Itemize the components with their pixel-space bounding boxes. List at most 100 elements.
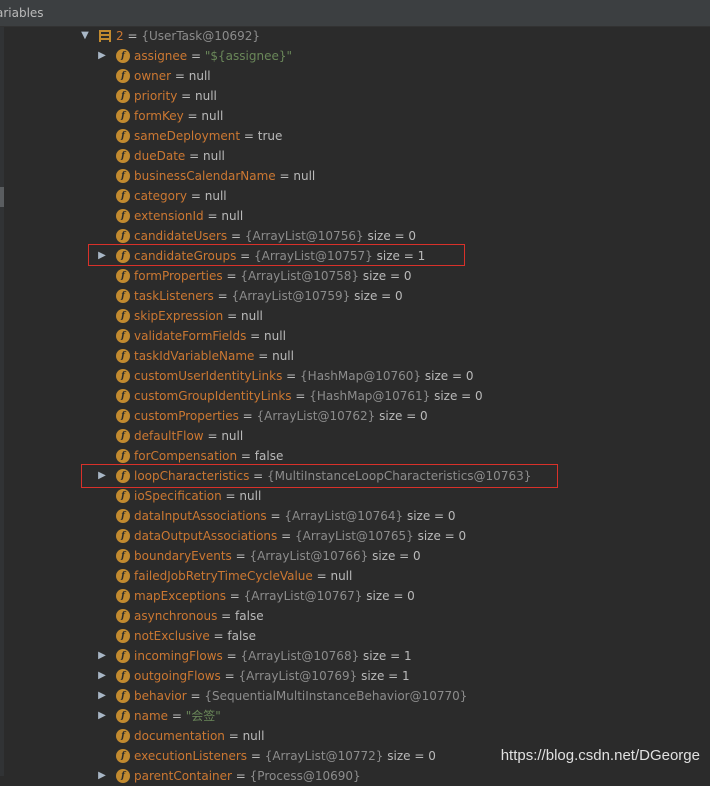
expand-arrow-icon[interactable]: ▶ (96, 46, 108, 66)
field-icon: f (116, 329, 130, 343)
expand-arrow-icon[interactable]: ▶ (96, 666, 108, 686)
expand-arrow-icon[interactable]: ▶ (96, 686, 108, 706)
tree-row-owner[interactable]: f owner = null (0, 66, 710, 86)
field-icon: f (116, 409, 130, 423)
collapse-arrow-icon[interactable]: ▼ (79, 26, 91, 46)
tree-row-assignee[interactable]: ▶ f assignee = "${assignee}" (0, 46, 710, 66)
tree-row-formProperties[interactable]: f formProperties = {ArrayList@10758} size… (0, 266, 710, 286)
tree-row-category[interactable]: f category = null (0, 186, 710, 206)
field-ref: {ArrayList@10759} (231, 289, 351, 303)
expand-arrow-icon[interactable]: ▶ (96, 706, 108, 726)
tree-row-documentation[interactable]: f documentation = null (0, 726, 710, 746)
field-string-value: "会签" (185, 709, 221, 723)
tree-row-taskListeners[interactable]: f taskListeners = {ArrayList@10759} size … (0, 286, 710, 306)
field-icon: f (116, 569, 130, 583)
field-name: sameDeployment (134, 129, 241, 143)
tree-row-behavior[interactable]: ▶ f behavior = {SequentialMultiInstanceBeh… (0, 686, 710, 706)
field-size: size = 0 (417, 529, 467, 543)
field-icon: f (116, 69, 130, 83)
tree-row-dataInputAssociations[interactable]: f dataInputAssociations = {ArrayList@1076… (0, 506, 710, 526)
field-icon: f (116, 129, 130, 143)
field-icon: f (116, 709, 130, 723)
highlight-loop-characteristics (81, 464, 558, 488)
field-name: skipExpression (134, 309, 224, 323)
field-name: boundaryEvents (134, 549, 232, 563)
field-name: customGroupIdentityLinks (134, 389, 292, 403)
field-name: asynchronous (134, 609, 218, 623)
tree-row-name[interactable]: ▶ f name = "会签" (0, 706, 710, 726)
field-ref: {ArrayList@10767} (243, 589, 363, 603)
field-value: null (201, 109, 224, 123)
tree-row-forCompensation[interactable]: f forCompensation = false (0, 446, 710, 466)
tree-row-priority[interactable]: f priority = null (0, 86, 710, 106)
tree-row-validateFormFields[interactable]: f validateFormFields = null (0, 326, 710, 346)
field-size: size = 0 (367, 229, 417, 243)
field-name: name (134, 709, 169, 723)
field-icon: f (116, 489, 130, 503)
field-name: defaultFlow (134, 429, 204, 443)
field-size: size = 0 (406, 509, 456, 523)
field-icon: f (116, 609, 130, 623)
field-value: true (257, 129, 283, 143)
field-icon: f (116, 349, 130, 363)
field-name: incomingFlows (134, 649, 223, 663)
field-ref: {ArrayList@10772} (264, 749, 384, 763)
field-name: parentContainer (134, 769, 232, 783)
field-icon: f (116, 629, 130, 643)
tree-row-customGroupIdentityLinks[interactable]: f customGroupIdentityLinks = {HashMap@107… (0, 386, 710, 406)
tree-row-incomingFlows[interactable]: ▶ f incomingFlows = {ArrayList@10768} size… (0, 646, 710, 666)
field-value: null (188, 69, 211, 83)
field-icon: f (116, 229, 130, 243)
field-ref: {ArrayList@10766} (249, 549, 369, 563)
field-name: forCompensation (134, 449, 238, 463)
tree-row-candidateUsers[interactable]: f candidateUsers = {ArrayList@10756} size… (0, 226, 710, 246)
tree-row-defaultFlow[interactable]: f defaultFlow = null (0, 426, 710, 446)
field-name: candidateUsers (134, 229, 228, 243)
tree-row-taskIdVariableName[interactable]: f taskIdVariableName = null (0, 346, 710, 366)
tree-row-customProperties[interactable]: f customProperties = {ArrayList@10762} si… (0, 406, 710, 426)
field-icon: f (116, 309, 130, 323)
tree-row-asynchronous[interactable]: f asynchronous = false (0, 606, 710, 626)
field-name: dataInputAssociations (134, 509, 267, 523)
field-size: size = 0 (434, 389, 483, 403)
field-icon: f (116, 289, 130, 303)
expand-arrow-icon[interactable]: ▶ (96, 766, 108, 786)
field-ref: {HashMap@10760} (300, 369, 422, 383)
tree-row-businessCalendarName[interactable]: f businessCalendarName = null (0, 166, 710, 186)
field-name: dueDate (134, 149, 186, 163)
field-size: size = 0 (387, 749, 436, 763)
field-icon: f (116, 369, 130, 383)
tree-row-sameDeployment[interactable]: f sameDeployment = true (0, 126, 710, 146)
field-size: size = 0 (354, 289, 403, 303)
tree-row-ioSpecification[interactable]: f ioSpecification = null (0, 486, 710, 506)
field-value: null (195, 89, 217, 103)
field-size: size = 0 (362, 269, 412, 283)
field-icon: f (116, 429, 130, 443)
tree-row-extensionId[interactable]: f extensionId = null (0, 206, 710, 226)
tree-row-dataOutputAssociations[interactable]: f dataOutputAssociations = {ArrayList@107… (0, 526, 710, 546)
field-name: category (134, 189, 188, 203)
tree-row-failedJobRetryTimeCycleValue[interactable]: f failedJobRetryTimeCycleValue = null (0, 566, 710, 586)
expand-arrow-icon[interactable]: ▶ (96, 646, 108, 666)
field-name: taskListeners (134, 289, 214, 303)
field-size: size = 0 (424, 369, 474, 383)
field-size: size = 0 (379, 409, 428, 423)
tree-row-customUserIdentityLinks[interactable]: f customUserIdentityLinks = {HashMap@1076… (0, 366, 710, 386)
field-icon: f (116, 689, 130, 703)
tree-row-mapExceptions[interactable]: f mapExceptions = {ArrayList@10767} size … (0, 586, 710, 606)
field-icon: f (116, 729, 130, 743)
field-name: taskIdVariableName (134, 349, 255, 363)
tree-row-outgoingFlows[interactable]: ▶ f outgoingFlows = {ArrayList@10769} size… (0, 666, 710, 686)
field-ref: {ArrayList@10762} (256, 409, 376, 423)
tree-row-root[interactable]: ▼ 2 = {UserTask@10692} (0, 26, 710, 46)
field-name: customUserIdentityLinks (134, 369, 283, 383)
tree-row-dueDate[interactable]: f dueDate = null (0, 146, 710, 166)
tree-row-boundaryEvents[interactable]: f boundaryEvents = {ArrayList@10766} size… (0, 546, 710, 566)
field-value: null (221, 429, 244, 443)
field-ref: {HashMap@10761} (309, 389, 431, 403)
tree-row-parentContainer[interactable]: ▶ f parentContainer = {Process@10690} (0, 766, 710, 786)
tree-row-notExclusive[interactable]: f notExclusive = false (0, 626, 710, 646)
field-icon: f (116, 209, 130, 223)
tree-row-skipExpression[interactable]: f skipExpression = null (0, 306, 710, 326)
tree-row-formKey[interactable]: f formKey = null (0, 106, 710, 126)
